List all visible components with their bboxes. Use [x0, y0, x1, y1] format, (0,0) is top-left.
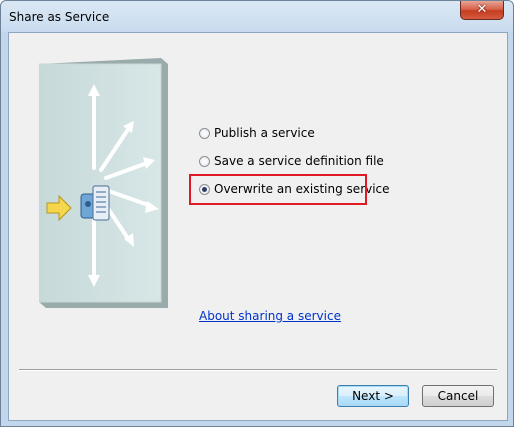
selection-highlight [189, 174, 367, 205]
share-service-graphic [39, 58, 168, 308]
title-bar[interactable]: Share as Service ✕ [1, 1, 513, 32]
close-button[interactable]: ✕ [460, 1, 504, 20]
option-publish-service[interactable]: Publish a service [199, 125, 315, 141]
radio-publish-service[interactable] [199, 127, 210, 139]
window-title: Share as Service [9, 10, 110, 24]
cancel-button[interactable]: Cancel [422, 385, 494, 407]
option-save-definition[interactable]: Save a service definition file [199, 153, 384, 169]
separator [19, 369, 497, 371]
option-label: Save a service definition file [214, 154, 384, 168]
about-sharing-link[interactable]: About sharing a service [199, 309, 341, 323]
radio-save-definition[interactable] [199, 155, 210, 167]
dialog-window: Share as Service ✕ Publish a service Sav… [0, 0, 514, 427]
close-icon: ✕ [476, 2, 488, 17]
next-button[interactable]: Next > [337, 385, 409, 407]
option-label: Publish a service [214, 126, 315, 140]
dialog-body: Publish a service Save a service definit… [8, 32, 508, 421]
